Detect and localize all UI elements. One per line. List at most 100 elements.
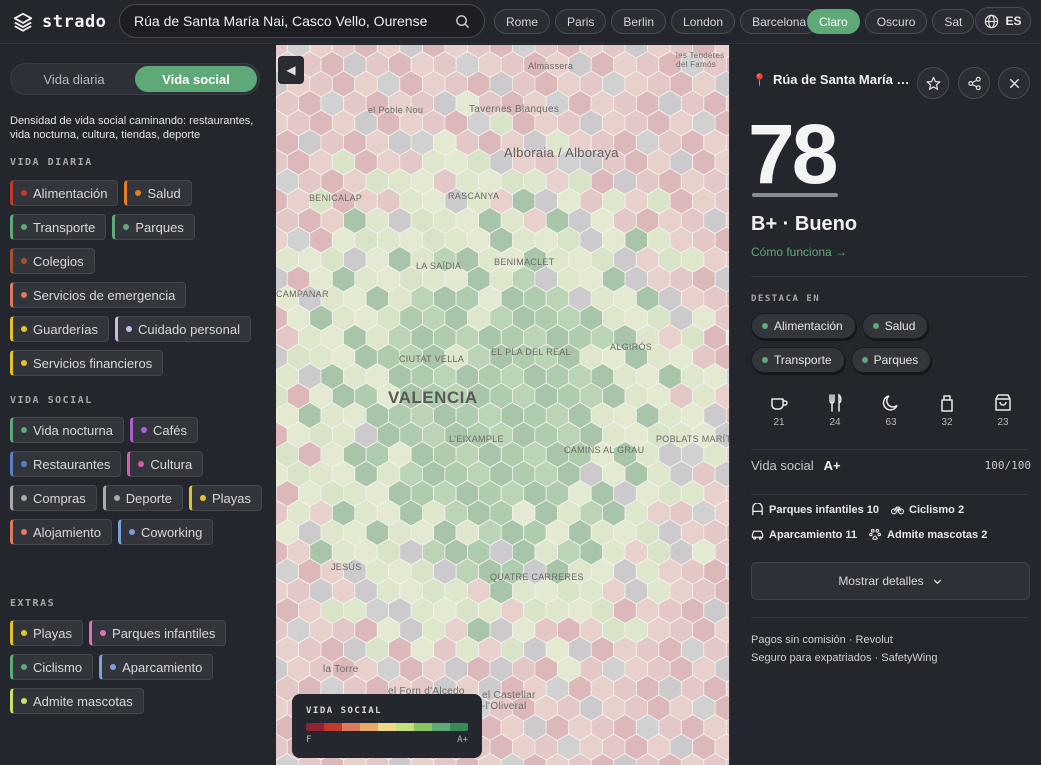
layer-toggle[interactable]: Cuidado personal [115, 316, 251, 342]
top-bar: strado Rúa de Santa María Nai, Casco Vel… [0, 0, 1041, 44]
search-icon[interactable] [455, 14, 470, 29]
city-chip-paris[interactable]: Paris [555, 9, 607, 34]
favorite-button[interactable] [917, 67, 949, 99]
layer-toggle[interactable]: Playas [189, 485, 263, 511]
stat-restaurants[interactable]: 24 [807, 393, 863, 428]
highlight-chip[interactable]: Alimentación [751, 313, 856, 339]
theme-claro-button[interactable]: Claro [807, 9, 860, 34]
collapse-sidebar-button[interactable]: ◀ [278, 56, 304, 84]
tab-vida-diaria[interactable]: Vida diaria [13, 66, 135, 92]
how-it-works-link[interactable]: Cómo funciona → [751, 245, 847, 259]
stat-shopping[interactable]: 23 [975, 393, 1031, 428]
layer-color-dot [100, 630, 107, 636]
layer-toggle[interactable]: Restaurantes [10, 451, 122, 477]
partner-link-revolut[interactable]: Pagos sin comisión · Revolut [751, 631, 938, 649]
status-dot [762, 323, 768, 329]
city-chip-berlin[interactable]: Berlin [611, 9, 667, 34]
search-value[interactable]: Rúa de Santa María Nai, Casco Vello, Our… [134, 13, 455, 29]
map-label: CAMPANAR [276, 289, 329, 299]
layer-toggle[interactable]: Compras [10, 485, 97, 511]
tab-vida-social[interactable]: Vida social [135, 66, 257, 92]
stat-nightlife[interactable]: 63 [863, 393, 919, 428]
layer-toggle[interactable]: Salud [124, 180, 192, 206]
map-label: LA SAÏDIA [416, 261, 462, 271]
layer-toggle[interactable]: Alojamiento [10, 519, 112, 545]
legend-color-step [306, 723, 324, 731]
layer-color-dot [21, 258, 27, 264]
layer-toggle[interactable]: Cultura [127, 451, 204, 477]
amenity-label: Parques infantiles 10 [769, 503, 880, 516]
layer-toggle[interactable]: Parques [112, 214, 195, 240]
place-title: 📍 Rúa de Santa María Nai, Casco Vello, O… [752, 72, 912, 87]
amenity-pets: Admite mascotas 2 [869, 528, 987, 541]
highlight-chip[interactable]: Parques [850, 347, 932, 373]
car-icon [751, 530, 764, 540]
layer-color-dot [21, 630, 27, 636]
status-dot [872, 323, 879, 329]
highlights-title: DESTACA EN [751, 294, 821, 304]
shopping-bag-icon [995, 394, 1011, 411]
layer-toggle[interactable]: Admite mascotas [10, 688, 144, 714]
search-input[interactable]: Rúa de Santa María Nai, Casco Vello, Our… [119, 4, 485, 38]
layer-toggle[interactable]: Vida nocturna [10, 417, 124, 443]
legend-color-scale [306, 723, 468, 731]
city-chip-rome[interactable]: Rome [494, 9, 551, 34]
map-label: BENICALAP [309, 193, 363, 203]
layer-sidebar: Vida diaria Vida social Densidad de vida… [0, 45, 276, 765]
map-label: ALGIRÓS [610, 342, 653, 352]
layer-toggle[interactable]: Playas [10, 620, 84, 646]
layer-toggle[interactable]: Colegios [10, 248, 95, 274]
hex-heatmap[interactable] [276, 45, 729, 765]
layer-label: Admite mascotas [33, 693, 133, 709]
city-chip-london[interactable]: London [671, 9, 736, 34]
layer-label: Coworking [140, 524, 203, 540]
star-icon [926, 76, 940, 90]
layer-color-dot [21, 427, 27, 433]
stat-culture[interactable]: 32 [919, 393, 975, 428]
theme-sat-button[interactable]: Sat [932, 9, 975, 34]
layer-color-dot [21, 292, 27, 298]
bicycle-icon [891, 506, 905, 515]
map-label: Tavernes Blanques [469, 104, 560, 115]
layer-toggle[interactable]: Parques infantiles [89, 620, 227, 646]
layer-color-dot [123, 224, 130, 230]
layer-toggle[interactable]: Coworking [117, 519, 214, 545]
share-button[interactable] [958, 67, 990, 99]
category-stats: 21 24 63 32 23 [751, 393, 1031, 428]
legend-color-step [414, 723, 432, 731]
layer-toggle[interactable]: Alimentación [10, 180, 119, 206]
layer-toggle[interactable]: Cafés [130, 417, 198, 443]
map-canvas[interactable]: Almàssera les Tendetes del Famós el Pobl… [276, 45, 729, 765]
map-label: Alboraia / Alboraya [504, 145, 619, 160]
layer-toggle[interactable]: Aparcamiento [99, 654, 214, 680]
map-style-switcher: Claro Oscuro Sat [807, 9, 975, 34]
layer-label: Ciclismo [33, 659, 83, 675]
layer-color-dot [135, 190, 142, 196]
layer-toggle[interactable]: Guarderías [10, 316, 110, 342]
layer-color-dot [21, 495, 27, 501]
highlight-chip[interactable]: Salud [861, 313, 929, 339]
paw-icon [869, 528, 882, 540]
layer-toggle[interactable]: Servicios financieros [10, 350, 164, 376]
show-details-button[interactable]: Mostrar detalles [751, 562, 1030, 600]
amenities-list: Parques infantiles 10 Ciclismo 2 Aparcam… [751, 503, 1031, 541]
logo[interactable]: strado [12, 10, 106, 34]
close-panel-button[interactable] [998, 67, 1030, 99]
layers-logo-icon [13, 12, 33, 32]
layer-color-dot [113, 495, 120, 501]
layer-toggle[interactable]: Ciclismo [10, 654, 94, 680]
layer-toggle[interactable]: Transporte [10, 214, 107, 240]
partner-link-safetywing[interactable]: Seguro para expatriados · SafetyWing [751, 649, 938, 667]
legend-color-step [432, 723, 450, 731]
highlight-label: Salud [884, 319, 916, 333]
layer-toggle[interactable]: Servicios de emergencia [10, 282, 187, 308]
layer-toggle[interactable]: Deporte [102, 485, 183, 511]
playground-icon [752, 503, 763, 516]
layer-color-dot [110, 664, 117, 670]
theme-oscuro-button[interactable]: Oscuro [864, 9, 928, 34]
language-button[interactable]: ES [975, 7, 1031, 35]
highlight-chip[interactable]: Transporte [751, 347, 845, 373]
amenity-label: Admite mascotas 2 [887, 528, 988, 541]
layer-color-dot [21, 360, 27, 366]
stat-cafes[interactable]: 21 [751, 393, 807, 428]
